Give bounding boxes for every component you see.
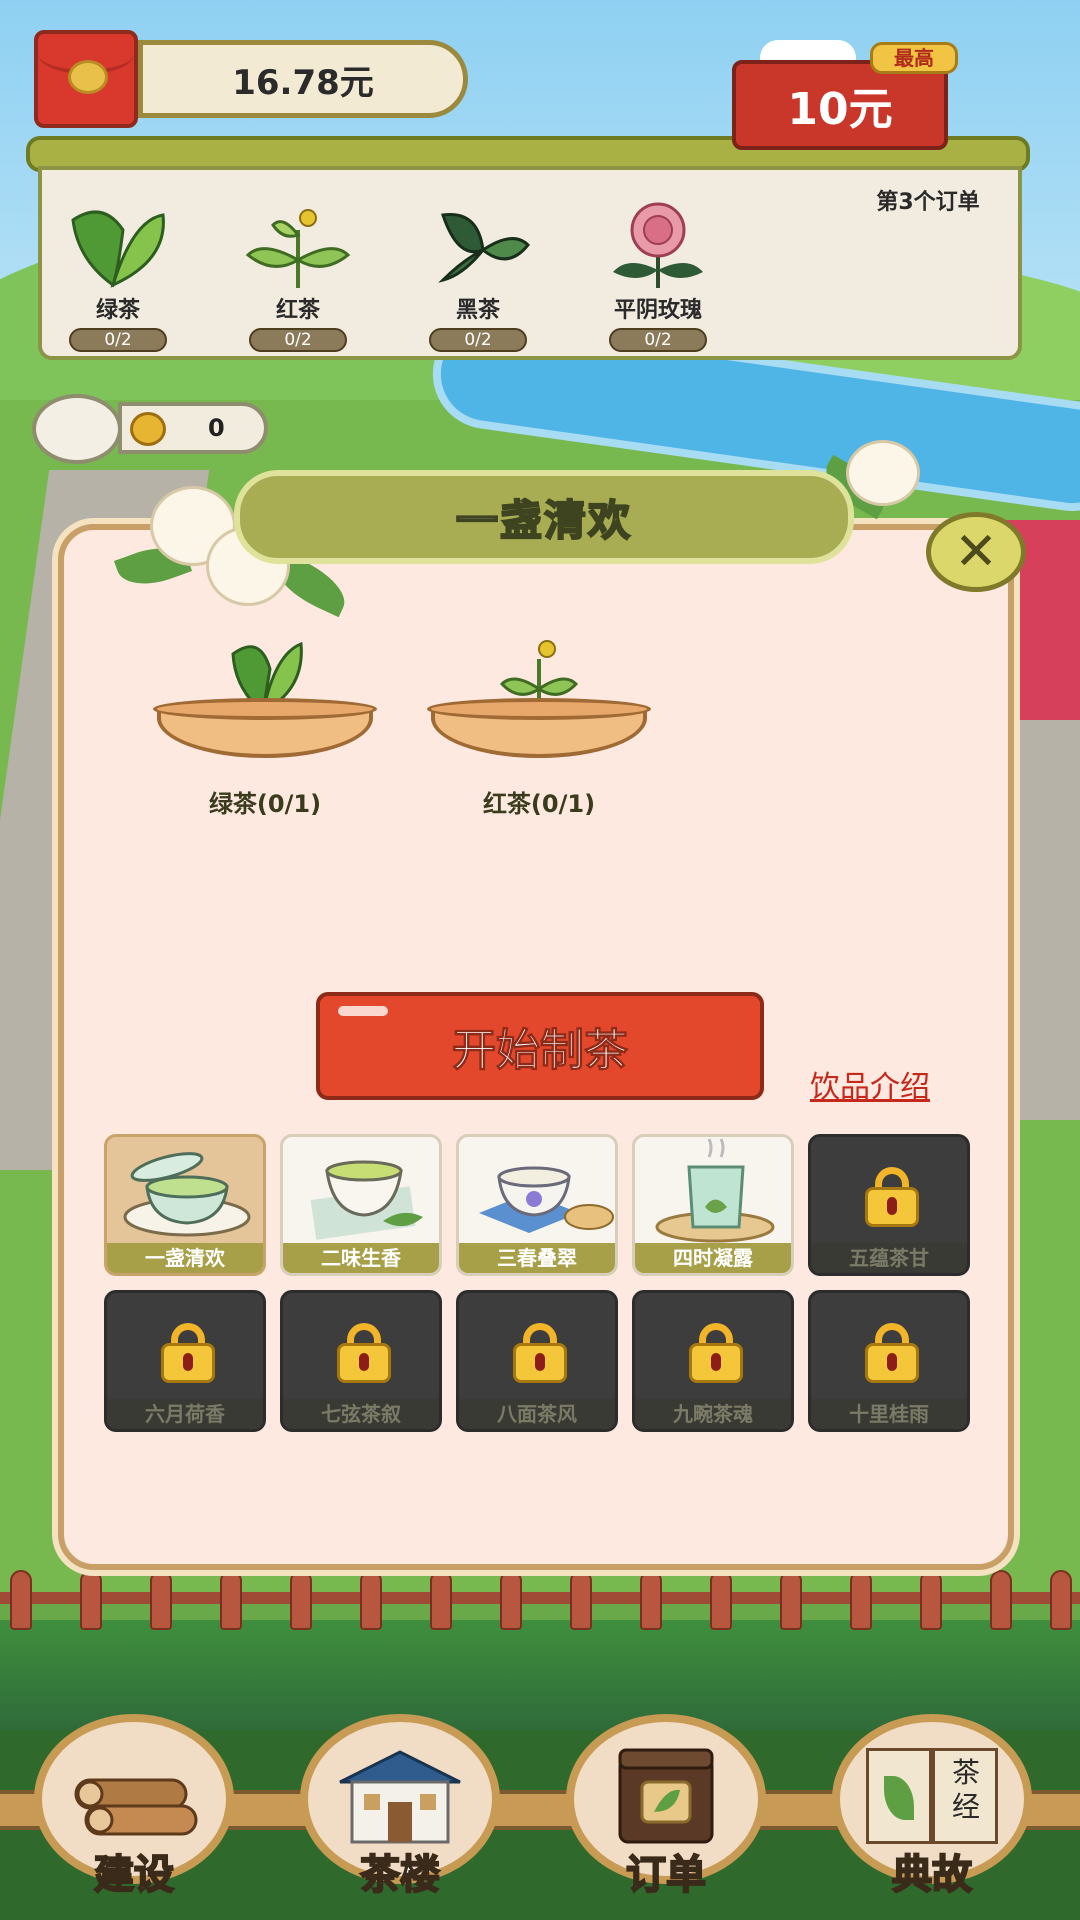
- ingredient-name: 黑茶: [455, 298, 500, 323]
- ingredient-count: 0/2: [69, 328, 167, 352]
- tea-bowl-icon: [283, 1137, 439, 1249]
- drink-card[interactable]: 二味生香: [280, 1134, 442, 1276]
- teahouse-icon: [339, 1750, 461, 1844]
- nav-teahouse[interactable]: 茶楼: [292, 1714, 508, 1920]
- tea-box-icon: [618, 1748, 714, 1844]
- start-button-label: 开始制茶: [452, 1025, 629, 1077]
- drink-name: 三春叠翠: [459, 1243, 615, 1273]
- balance-display: 16.78元: [138, 40, 468, 118]
- drink-name: 十里桂雨: [811, 1399, 967, 1429]
- basket-tray: [427, 634, 651, 774]
- avatar[interactable]: [32, 394, 122, 464]
- drink-name: 九畹茶魂: [635, 1399, 791, 1429]
- drink-name: 六月荷香: [107, 1399, 263, 1429]
- gold-coin-icon: [130, 412, 166, 446]
- ingredient-green-tea: 绿茶 0/2: [58, 200, 178, 352]
- ingredient-name: 红茶: [275, 298, 320, 323]
- balance-value: 16.78元: [232, 62, 374, 103]
- order-title: 第3个订单: [876, 190, 980, 215]
- camellia-flower-decoration: [846, 440, 920, 506]
- ingredient-dark-tea: 黑茶 0/2: [418, 200, 538, 352]
- drink-name: 一盏清欢: [107, 1243, 263, 1273]
- lock-icon: [865, 1323, 919, 1383]
- ingredient-basket-green-tea[interactable]: 绿茶(0/1): [150, 634, 380, 819]
- drink-card-locked[interactable]: 十里桂雨: [808, 1290, 970, 1432]
- start-making-tea-button[interactable]: 开始制茶: [316, 992, 764, 1100]
- close-button[interactable]: ✕: [926, 512, 1026, 592]
- basket-label: 绿茶(0/1): [208, 790, 322, 818]
- red-tea-sprout-icon: [243, 200, 353, 290]
- drink-card-locked[interactable]: 七弦茶叙: [280, 1290, 442, 1432]
- drink-card[interactable]: 四时凝露: [632, 1134, 794, 1276]
- drink-card-locked[interactable]: 五蕴茶甘: [808, 1134, 970, 1276]
- drink-name: 二味生香: [283, 1243, 439, 1273]
- ingredient-count: 0/2: [429, 328, 527, 352]
- lock-icon: [865, 1167, 919, 1227]
- drink-card-locked[interactable]: 八面茶风: [456, 1290, 618, 1432]
- ingredient-name: 平阴玫瑰: [613, 298, 702, 323]
- nav-orders[interactable]: 订单: [558, 1714, 774, 1920]
- nav-build-label: 建设: [93, 1851, 175, 1899]
- drink-name: 七弦茶叙: [283, 1399, 439, 1429]
- basket-label: 红茶(0/1): [482, 790, 596, 818]
- drink-name: 四时凝露: [635, 1243, 791, 1273]
- nav-stories[interactable]: 茶 经 典故: [824, 1714, 1040, 1920]
- order-panel: 绿茶 0/2 红茶 0/2 黑茶 0/2 平阴玫瑰 0/2 第3个订单: [38, 166, 1022, 360]
- drink-name: 五蕴茶甘: [811, 1243, 967, 1273]
- ingredient-rose: 平阴玫瑰 0/2: [598, 200, 718, 352]
- green-tea-leaf-icon: [63, 200, 173, 290]
- tea-cup-icon: [107, 1137, 263, 1249]
- wooden-fence: [0, 1570, 1080, 1630]
- drink-card-selected[interactable]: 一盏清欢: [104, 1134, 266, 1276]
- ingredient-name: 绿茶: [95, 298, 140, 323]
- flower-tea-cup-icon: [459, 1137, 615, 1249]
- drink-card[interactable]: 三春叠翠: [456, 1134, 618, 1276]
- drink-intro-link[interactable]: 饮品介绍: [810, 1062, 930, 1106]
- nav-teahouse-label: 茶楼: [359, 1851, 441, 1899]
- basket-tray: [153, 634, 377, 774]
- nav-orders-label: 订单: [625, 1851, 707, 1899]
- dark-tea-leaf-icon: [423, 200, 533, 290]
- drink-card-locked[interactable]: 九畹茶魂: [632, 1290, 794, 1432]
- close-icon: ✕: [954, 522, 998, 582]
- highest-badge: 最高: [870, 42, 958, 74]
- ingredient-red-tea: 红茶 0/2: [238, 200, 358, 352]
- lock-icon: [337, 1323, 391, 1383]
- drink-card-locked[interactable]: 六月荷香: [104, 1290, 266, 1432]
- lock-icon: [513, 1323, 567, 1383]
- book-text: 茶: [951, 1756, 980, 1789]
- coin-counter: 0: [118, 402, 268, 454]
- iced-tea-glass-icon: [635, 1137, 791, 1249]
- nav-build[interactable]: 建设: [26, 1714, 242, 1920]
- drink-name: 八面茶风: [459, 1399, 615, 1429]
- rose-icon: [603, 200, 713, 290]
- red-envelope-icon[interactable]: [34, 30, 138, 128]
- ingredient-basket-red-tea[interactable]: 红茶(0/1): [424, 634, 654, 819]
- ingredient-count: 0/2: [249, 328, 347, 352]
- modal-title: 一盏清欢: [234, 470, 854, 564]
- ingredient-count: 0/2: [609, 328, 707, 352]
- order-reward-value: 10元: [787, 84, 893, 135]
- book-text: 经: [951, 1790, 980, 1823]
- wood-logs-icon: [74, 1778, 198, 1836]
- book-icon: 茶 经: [866, 1748, 998, 1848]
- lock-icon: [161, 1323, 215, 1383]
- modal-title-text: 一盏清欢: [455, 495, 632, 546]
- coin-count: 0: [208, 414, 225, 442]
- lock-icon: [689, 1323, 743, 1383]
- nav-stories-label: 典故: [891, 1851, 973, 1899]
